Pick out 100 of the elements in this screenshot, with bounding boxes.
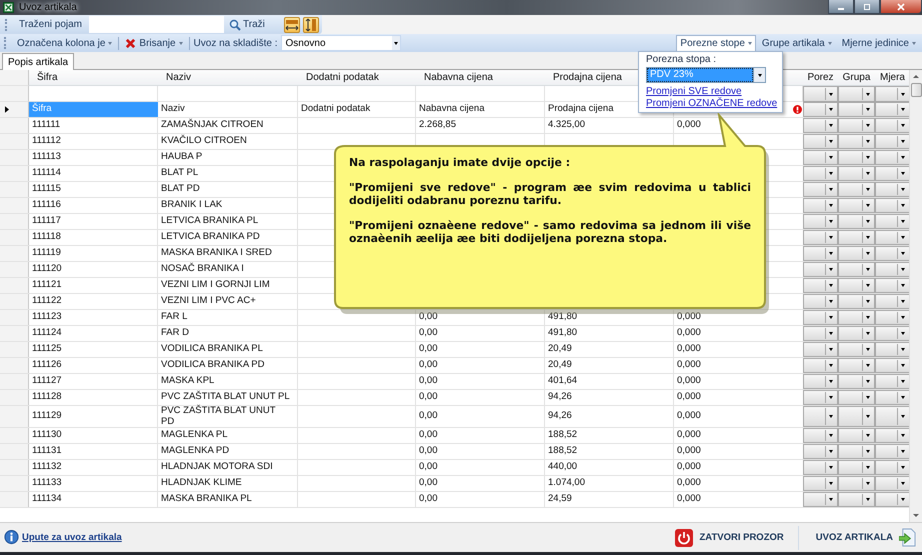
filter-cell[interactable] [158,86,298,102]
cell-dropdown[interactable] [838,342,875,357]
cell-dropdown[interactable] [875,182,910,197]
cell-dropdown[interactable] [875,342,910,357]
cell-dropdown[interactable] [803,294,838,309]
cell-dropdown[interactable] [838,428,875,443]
cell-dropdown[interactable] [838,444,875,459]
cell-dropdown[interactable] [875,134,910,149]
cell-dropdown[interactable] [875,310,910,325]
cell-dropdown[interactable] [875,460,910,475]
cell-dropdown[interactable] [838,214,875,229]
cell-dropdown[interactable] [838,246,875,261]
cell-dropdown[interactable] [803,150,838,165]
cell-dropdown[interactable] [803,406,838,427]
cell-dropdown[interactable] [875,278,910,293]
cell-dropdown[interactable] [803,262,838,277]
cell-dropdown[interactable] [838,182,875,197]
close-button[interactable] [880,0,922,14]
cell-dropdown[interactable] [838,278,875,293]
cell-dropdown[interactable] [803,230,838,245]
cell-dropdown[interactable] [803,166,838,181]
close-window-button[interactable]: ZATVORI PROZOR [661,526,799,550]
cell-dropdown[interactable] [803,444,838,459]
cell-dropdown[interactable] [875,230,910,245]
cell-dropdown[interactable] [803,198,838,213]
cell-dropdown[interactable] [838,390,875,405]
cell-dropdown[interactable] [875,262,910,277]
cell-dropdown[interactable] [875,118,910,133]
cell-dropdown[interactable] [875,406,910,427]
minimize-button[interactable] [828,0,854,14]
cell-dropdown[interactable] [838,460,875,475]
cell-dropdown[interactable] [803,278,838,293]
cell-dropdown[interactable] [803,460,838,475]
cell-dropdown[interactable] [875,294,910,309]
cell-dropdown[interactable] [803,102,838,117]
cell-dropdown[interactable] [875,390,910,405]
cell-dropdown[interactable] [803,118,838,133]
cell-dropdown[interactable] [838,86,875,102]
toolbar-menu[interactable]: Porezne stope [676,34,756,52]
auto-width-button[interactable] [284,16,300,32]
help-link[interactable]: Upute za uvoz artikala [22,532,122,543]
cell-dropdown[interactable] [875,326,910,341]
filter-cell[interactable] [416,86,545,102]
cell-dropdown[interactable] [875,428,910,443]
row-height-button[interactable] [303,16,319,32]
cell-dropdown[interactable] [803,390,838,405]
cell-dropdown[interactable] [838,150,875,165]
cell-dropdown[interactable] [875,246,910,261]
cell-dropdown[interactable] [838,102,875,117]
column-header[interactable]: Dodatni podatak [298,70,416,86]
popup-link[interactable]: Promjeni OZNAČENE redove [646,98,778,109]
cell-dropdown[interactable] [875,444,910,459]
row-header[interactable] [0,102,29,117]
warehouse-dropdown[interactable]: Osnovno [281,35,402,51]
cell-dropdown[interactable] [803,342,838,357]
cell-dropdown[interactable] [803,310,838,325]
cell-dropdown[interactable] [803,246,838,261]
import-button[interactable]: UVOZ ARTIKALA [802,526,918,550]
cell-dropdown[interactable] [838,262,875,277]
cell-dropdown[interactable] [838,406,875,427]
cell-dropdown[interactable] [803,358,838,373]
cell-dropdown[interactable] [803,214,838,229]
cell-dropdown[interactable] [803,476,838,491]
cell-dropdown[interactable] [838,326,875,341]
delete-menu[interactable]: Brisanje [121,34,187,52]
cell-dropdown[interactable] [803,326,838,341]
cell-dropdown[interactable] [803,428,838,443]
column-header[interactable]: Naziv [158,70,298,86]
cell-dropdown[interactable] [803,134,838,149]
cell-dropdown[interactable] [838,358,875,373]
cell-dropdown[interactable] [875,86,910,102]
tab[interactable]: Popis artikala [2,53,74,70]
cell-dropdown[interactable] [803,86,838,102]
cell-dropdown[interactable] [838,134,875,149]
cell-dropdown[interactable] [838,230,875,245]
search-field[interactable] [89,16,224,33]
cell-dropdown[interactable] [838,198,875,213]
search-button[interactable]: Traži [227,18,281,30]
cell-dropdown[interactable] [803,374,838,389]
cell-dropdown[interactable] [838,492,875,507]
column-header[interactable]: Nabavna cijena [416,70,545,86]
cell-dropdown[interactable] [838,294,875,309]
cell-dropdown[interactable] [838,166,875,181]
popup-link[interactable]: Promjeni SVE redove [646,86,742,97]
column-menu[interactable]: Označena kolona je [13,34,116,52]
cell-dropdown[interactable] [803,182,838,197]
cell-dropdown[interactable] [875,166,910,181]
cell-dropdown[interactable] [875,198,910,213]
maximize-button[interactable] [854,0,880,14]
cell-dropdown[interactable] [838,476,875,491]
cell-dropdown[interactable] [875,150,910,165]
cell-dropdown[interactable] [875,476,910,491]
cell-dropdown[interactable] [803,492,838,507]
scrollbar[interactable] [909,70,922,522]
cell-dropdown[interactable] [875,374,910,389]
column-header[interactable]: Šifra [29,70,158,86]
toolbar-menu[interactable]: Mjerne jedinice [838,34,920,52]
cell-dropdown[interactable] [838,310,875,325]
filter-cell[interactable] [298,86,416,102]
cell-dropdown[interactable] [875,358,910,373]
